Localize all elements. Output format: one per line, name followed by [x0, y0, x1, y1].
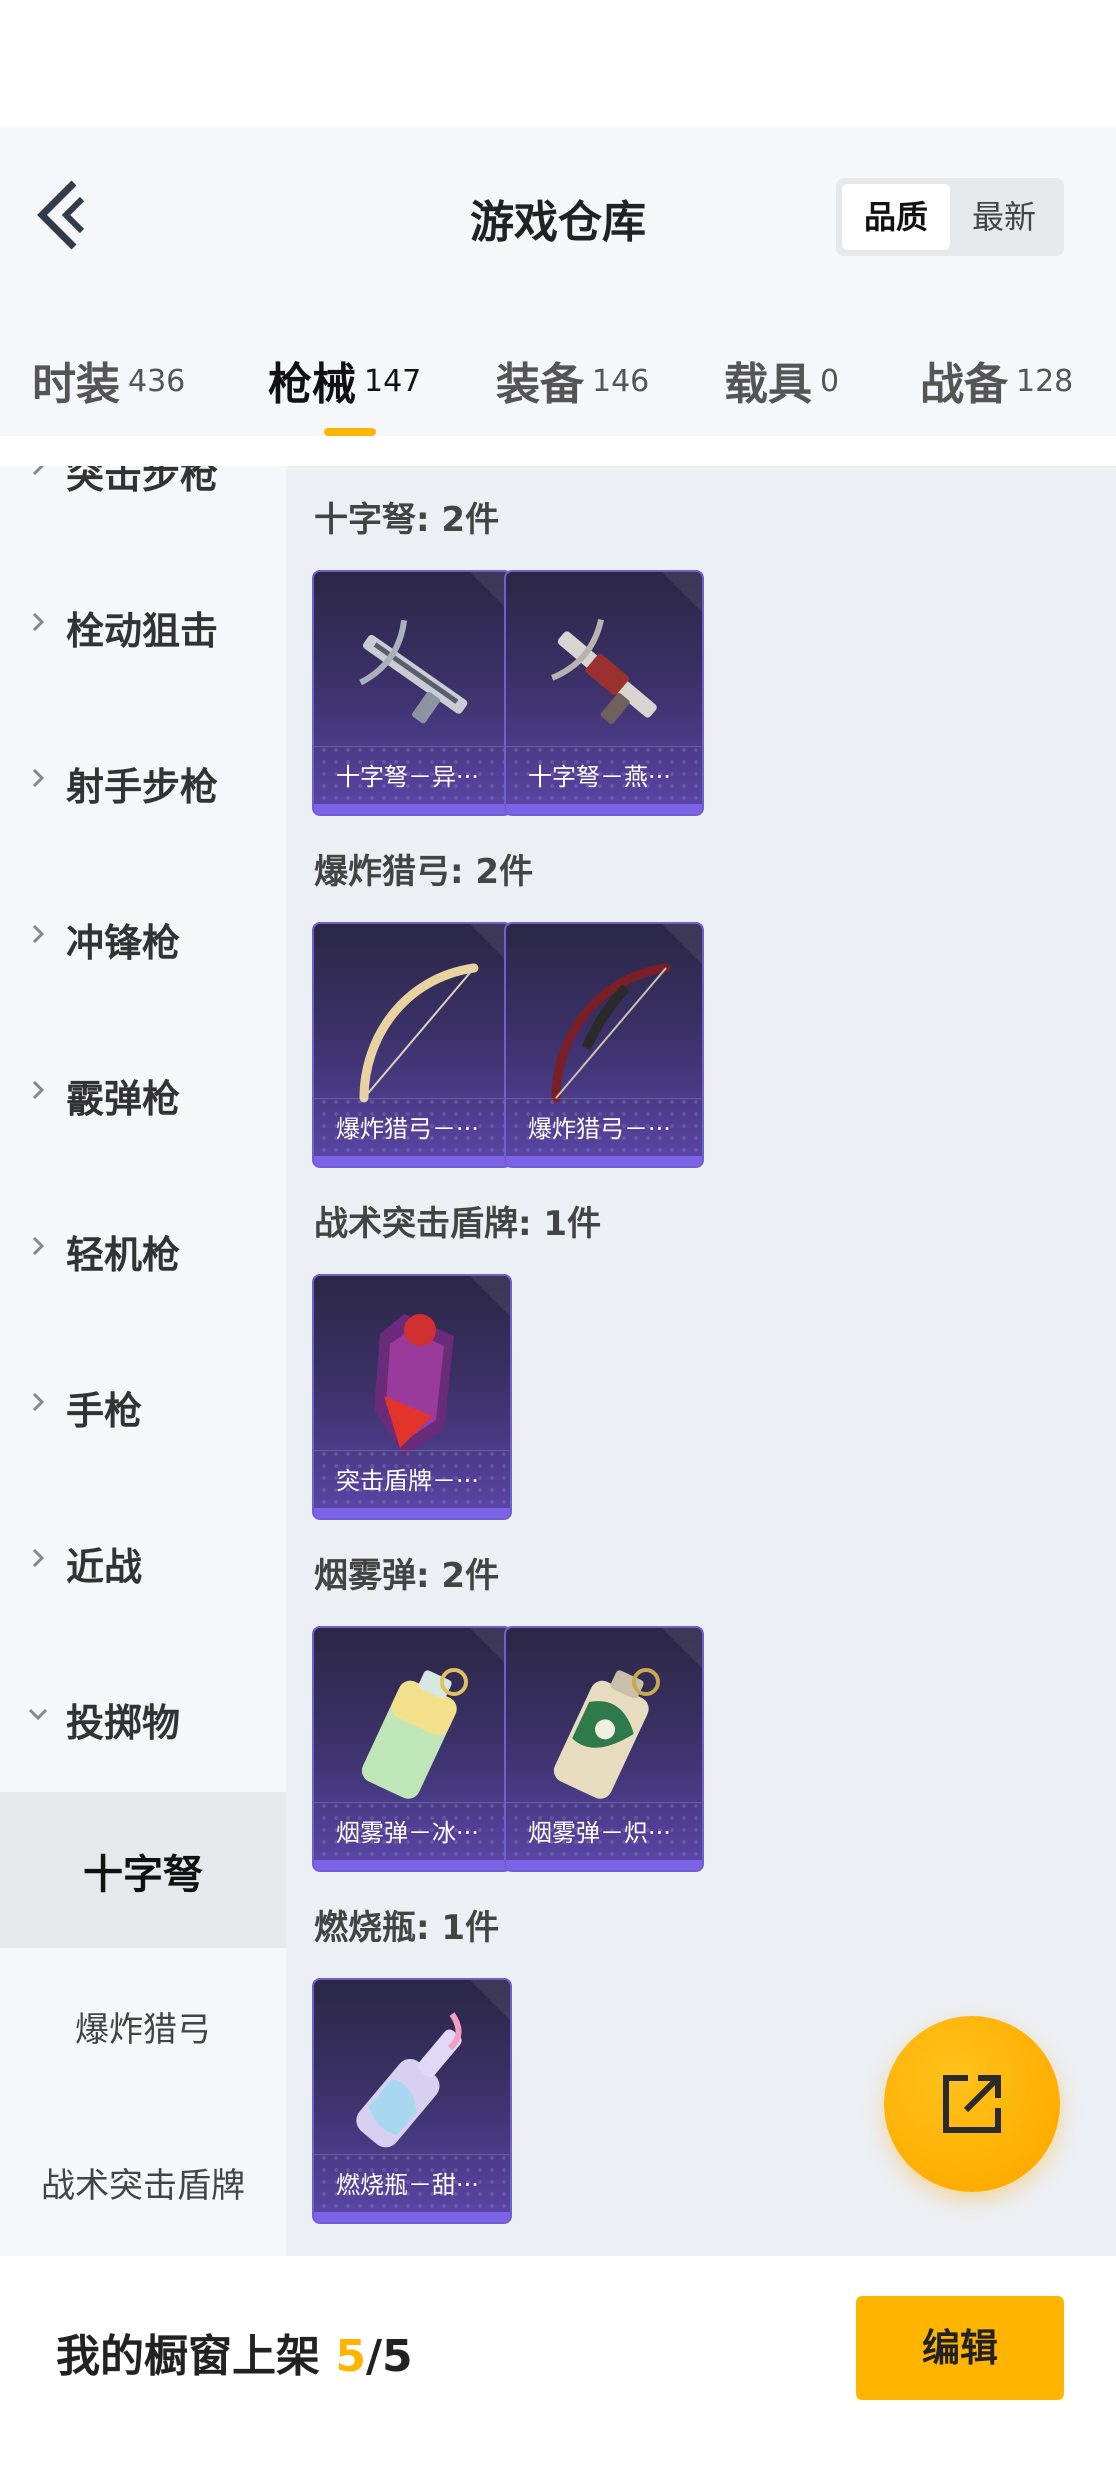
- tab-count: 0: [820, 364, 840, 399]
- sidebar-subitem-label: 爆炸猎弓: [75, 2010, 211, 2050]
- item-card[interactable]: 爆炸猎弓－···: [504, 922, 704, 1168]
- sidebar-item-label: 栓动狙击: [66, 609, 219, 653]
- card-label: 烟雾弹－炽···: [506, 1802, 702, 1860]
- sidebar-subitem-label: 十字弩: [83, 1852, 203, 1898]
- chevron-down-icon: [28, 1708, 48, 1721]
- rarity-bar: [506, 804, 702, 814]
- tab-count: 128: [1016, 364, 1074, 399]
- item-card[interactable]: 燃烧瓶－甜···: [312, 1978, 512, 2224]
- sidebar-item-lmg[interactable]: 轻机枪: [0, 1168, 286, 1324]
- sidebar-item-label: 近战: [66, 1545, 143, 1589]
- sidebar-item-pistol[interactable]: 手枪: [0, 1324, 286, 1480]
- sidebar-item-label: 突击步枪: [66, 466, 219, 497]
- tab-label: 战备: [920, 359, 1008, 410]
- rarity-bar: [506, 1156, 702, 1166]
- tab-vehicles[interactable]: 载具 0: [724, 348, 839, 418]
- tab-tactical-gear[interactable]: 战备 128: [920, 348, 1073, 418]
- sidebar-item-label: 冲锋枪: [66, 921, 181, 965]
- showcase-total-count: /5: [365, 2331, 413, 2382]
- tab-count: 147: [364, 364, 422, 399]
- bow-icon: [551, 963, 671, 1103]
- category-sidebar[interactable]: 突击步枪 栓动狙击 射手步枪 冲锋枪 霰弹枪 轻机枪 手枪 近战 投掷物 十字弩…: [0, 466, 286, 2256]
- sidebar-subitem-crossbow[interactable]: 十字弩: [0, 1792, 286, 1948]
- group-title: 燃烧瓶: 1件: [314, 1908, 500, 1948]
- group-title: 十字弩: 2件: [314, 500, 500, 540]
- bow-icon: [359, 963, 479, 1103]
- status-bar-area: [0, 0, 1116, 126]
- sidebar-item-marksman-rifle[interactable]: 射手步枪: [0, 700, 286, 856]
- group-title: 战术突击盾牌: 1件: [314, 1204, 602, 1244]
- tab-label: 装备: [496, 359, 584, 410]
- tab-label: 时装: [32, 359, 120, 410]
- showcase-status: 我的橱窗上架 5/5: [56, 2320, 413, 2384]
- sort-quality-option[interactable]: 品质: [842, 184, 950, 250]
- tab-equipment[interactable]: 装备 146: [496, 348, 649, 418]
- sort-toggle: 品质 最新: [836, 178, 1064, 256]
- sidebar-item-label: 霰弹枪: [66, 1077, 181, 1121]
- rarity-bar: [314, 1860, 510, 1870]
- sidebar-item-smg[interactable]: 冲锋枪: [0, 856, 286, 1012]
- chevron-right-icon: [32, 924, 45, 944]
- chevron-right-icon: [32, 1548, 45, 1568]
- smoke-grenade-icon: [361, 1668, 468, 1799]
- external-link-icon: [943, 2075, 1001, 2133]
- card-label: 爆炸猎弓－···: [314, 1098, 510, 1156]
- sidebar-item-throwables[interactable]: 投掷物: [0, 1636, 286, 1792]
- chevron-right-icon: [32, 466, 45, 476]
- card-label: 爆炸猎弓－···: [506, 1098, 702, 1156]
- chevron-right-icon: [32, 768, 45, 788]
- edit-button[interactable]: 编辑: [856, 2296, 1064, 2400]
- smoke-grenade-icon: [553, 1668, 660, 1799]
- tab-label: 枪械: [268, 359, 356, 410]
- crossbow-icon: [359, 619, 468, 724]
- item-card[interactable]: 十字弩－异···: [312, 570, 512, 816]
- card-label: 十字弩－异···: [314, 746, 510, 804]
- tab-count: 146: [592, 364, 650, 399]
- card-label: 十字弩－燕···: [506, 746, 702, 804]
- molotov-icon: [356, 2012, 462, 2148]
- group-title: 烟雾弹: 2件: [314, 1556, 500, 1596]
- showcase-label: 我的橱窗上架: [56, 2331, 336, 2382]
- sidebar-item-label: 投掷物: [66, 1701, 181, 1745]
- item-grid-panel[interactable]: 十字弩: 2件 十字弩－异··· 十字弩－燕··· 爆炸猎弓: 2件 爆炸猎弓－…: [286, 466, 1116, 2256]
- rarity-bar: [506, 1860, 702, 1870]
- card-label: 突击盾牌－···: [314, 1450, 510, 1508]
- item-card[interactable]: 爆炸猎弓－···: [312, 922, 512, 1168]
- sidebar-item-label: 射手步枪: [66, 765, 219, 809]
- card-label: 燃烧瓶－甜···: [314, 2154, 510, 2212]
- rarity-bar: [314, 804, 510, 814]
- chevron-right-icon: [32, 612, 45, 632]
- shield-icon: [374, 1314, 454, 1456]
- rarity-bar: [314, 1508, 510, 1518]
- sort-newest-option[interactable]: 最新: [950, 184, 1058, 250]
- card-label: 烟雾弹－冰···: [314, 1802, 510, 1860]
- group-title: 爆炸猎弓: 2件: [314, 852, 534, 892]
- sidebar-item-label: 手枪: [66, 1389, 143, 1433]
- tab-fashion[interactable]: 时装 436: [32, 348, 185, 418]
- sidebar-item-shotgun[interactable]: 霰弹枪: [0, 1012, 286, 1168]
- tab-count: 436: [128, 364, 186, 399]
- rarity-bar: [314, 1156, 510, 1166]
- sidebar-subitem-label: 战术突击盾牌: [41, 2166, 245, 2206]
- showcase-current-count: 5: [335, 2331, 366, 2382]
- sidebar-subitem-tactical-shield[interactable]: 战术突击盾牌: [0, 2104, 286, 2256]
- sidebar-subitem-explosive-bow[interactable]: 爆炸猎弓: [0, 1948, 286, 2104]
- sidebar-item-bolt-sniper[interactable]: 栓动狙击: [0, 544, 286, 700]
- active-tab-indicator: [324, 428, 376, 436]
- sidebar-item-assault-rifle[interactable]: 突击步枪: [0, 466, 286, 544]
- tab-label: 载具: [724, 359, 812, 410]
- chevron-right-icon: [32, 1392, 45, 1412]
- sidebar-item-label: 轻机枪: [66, 1233, 181, 1277]
- crossbow-icon: [551, 618, 657, 724]
- chevron-right-icon: [32, 1236, 45, 1256]
- item-card[interactable]: 烟雾弹－炽···: [504, 1626, 704, 1872]
- tab-firearms[interactable]: 枪械 147: [268, 348, 421, 418]
- item-card[interactable]: 十字弩－燕···: [504, 570, 704, 816]
- chevron-right-icon: [32, 1080, 45, 1100]
- sidebar-item-melee[interactable]: 近战: [0, 1480, 286, 1636]
- item-card[interactable]: 烟雾弹－冰···: [312, 1626, 512, 1872]
- share-export-button[interactable]: [884, 2016, 1060, 2192]
- item-card[interactable]: 突击盾牌－···: [312, 1274, 512, 1520]
- rarity-bar: [314, 2212, 510, 2222]
